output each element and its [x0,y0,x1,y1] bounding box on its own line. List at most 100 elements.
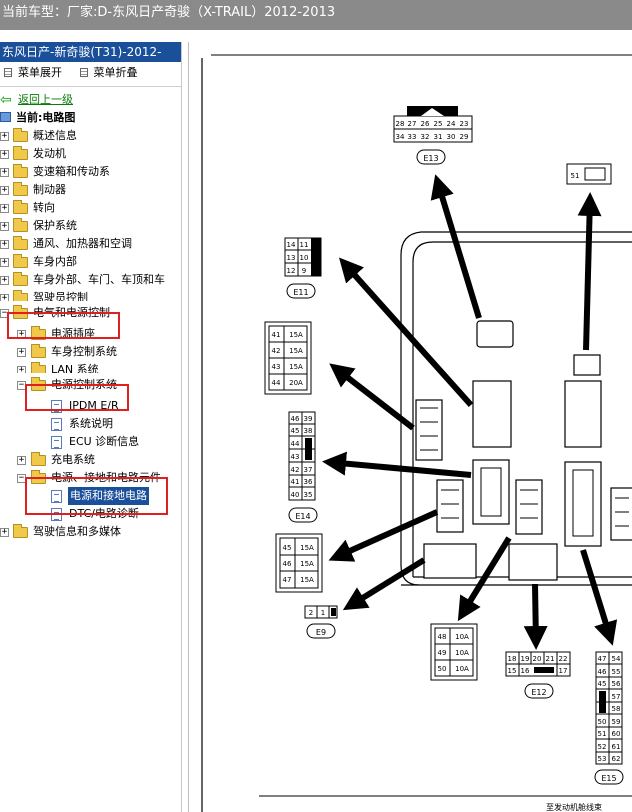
plus-icon[interactable]: + [17,366,26,373]
pin-label: 47 [598,655,607,663]
tree-item-brakes[interactable]: + 制动器 [0,181,181,199]
pin-label: 57 [612,693,621,701]
sidebar-divider [0,86,181,87]
folder-icon [13,218,28,232]
fuse-table-c: 48 10A 49 10A 50 10A [430,623,478,681]
plus-icon[interactable]: + [0,294,9,301]
folder-icon [13,200,28,214]
plus-icon[interactable]: + [0,168,9,177]
connector-E9: 2 1 E9 [304,605,338,639]
menu-expand-label: 菜单展开 [18,66,62,79]
pin-label: 31 [434,133,443,141]
fuse-column [436,479,464,533]
connector-E11: 14 11 13 10 12 9 E11 [284,237,322,299]
plus-icon[interactable]: + [0,186,9,195]
pin-label: 41 [291,478,300,486]
pin-label: 16 [521,667,530,675]
tree-item-overview[interactable]: + 概述信息 [0,127,181,145]
connector-E12: 18 19 20 21 22 15 16 17 E12 [505,651,571,699]
highlight-box [7,312,120,339]
tree-item-system-description[interactable]: 系统说明 [0,415,181,433]
pin-label: 10 [300,254,309,262]
tree-item-label: 保护系统 [33,219,77,232]
tree-item-steering[interactable]: + 转向 [0,199,181,217]
pin-label: 59 [612,718,621,726]
plus-icon[interactable]: + [0,222,9,231]
plus-icon[interactable]: + [0,132,9,141]
pin-label: 56 [612,680,621,688]
wiring-diagram-canvas: 28 27 26 25 24 23 34 33 32 31 30 29 E13 … [188,42,632,812]
pin-label: 13 [287,254,296,262]
pin-label: 42 [272,347,281,355]
plus-icon[interactable]: + [0,258,9,267]
pin-label: 58 [612,705,621,713]
fuse-column [415,399,443,461]
plus-icon[interactable]: + [0,276,9,285]
plus-icon[interactable]: + [0,240,9,249]
pin-label: 43 [272,363,281,371]
plus-icon[interactable]: + [17,456,26,465]
folder-icon [31,344,46,358]
current-node-label: 当前:电路图 [16,111,76,124]
pin-label: 20 [533,655,542,663]
pin-label: 15 [508,667,517,675]
fuse-rating: 20A [289,379,303,387]
pin-label: 1 [321,609,325,617]
plus-icon[interactable]: + [0,528,9,537]
tree-item-transmission[interactable]: + 变速箱和传动系 [0,163,181,181]
menu-expand-button[interactable]: 菜单展开 [4,62,62,84]
plus-icon[interactable]: + [0,204,9,213]
connector-id: E13 [423,154,438,163]
sidebar-toolbar: 菜单展开 菜单折叠 [0,62,181,84]
menu-collapse-label: 菜单折叠 [93,66,138,79]
folder-icon [13,236,28,250]
pin-label: 54 [612,655,621,663]
pin-label: 50 [438,665,447,673]
fuse-column [610,487,632,541]
tree-item-body-control[interactable]: + 车身控制系统 [0,343,181,361]
pin-label: 19 [521,655,530,663]
relay-block [472,380,512,448]
pin-label: 32 [421,133,430,141]
plus-icon[interactable]: + [0,150,9,159]
tree-item-ecu-diagnosis[interactable]: ECU 诊断信息 [0,433,181,451]
relay-block [564,461,602,547]
pin-label: 25 [434,120,443,128]
tree-item-lan[interactable]: + LAN 系统 [0,361,181,373]
pin-label: 45 [598,680,607,688]
tree-item-charging[interactable]: + 充电系统 [0,451,181,469]
pin-label: 12 [287,267,296,275]
fuse-slot [423,543,477,579]
sidebar-nav: 东风日产-新奇骏(T31)-2012- 菜单展开 菜单折叠 ⇦ 返回上一级 当前… [0,42,182,812]
tree-item-driver-controls[interactable]: + 驾驶员控制 [0,289,181,301]
computer-icon [0,112,11,122]
fuse-rating: 15A [300,576,314,584]
back-link[interactable]: ⇦ 返回上一级 [0,91,181,109]
pin-label: 62 [612,755,621,763]
tree-item-interior[interactable]: + 车身内部 [0,253,181,271]
pin-label: 36 [304,478,313,486]
tree-item-label: 转向 [33,201,55,214]
folder-icon [13,164,28,178]
tree-item-label: ECU 诊断信息 [69,435,140,448]
window-title: 当前车型：厂家:D-东风日产奇骏（X-TRAIL）2012-2013 [0,0,632,30]
fuse-rating: 15A [289,347,303,355]
tree-item-exterior[interactable]: + 车身外部、车门、车顶和车 [0,271,181,289]
tree-item-label: 驾驶员控制 [33,291,88,301]
document-icon [51,418,62,431]
folder-icon [31,452,46,466]
pin-label: 46 [283,560,292,568]
plus-icon[interactable]: + [17,348,26,357]
tree-item-label: 车身内部 [33,255,77,268]
tree-item-driver-info[interactable]: + 驾驶信息和多媒体 [0,523,181,541]
connector-id: E12 [531,688,546,697]
menu-collapse-button[interactable]: 菜单折叠 [79,62,138,84]
tree-item-engine[interactable]: + 发动机 [0,145,181,163]
pin-label: 2 [309,609,313,617]
tree-item-label: 车身外部、车门、车顶和车 [33,273,165,286]
pin-label: 21 [546,655,555,663]
tree-item-hvac[interactable]: + 通风、加热器和空调 [0,235,181,253]
pin-label: 46 [291,415,300,423]
tree-item-protection[interactable]: + 保护系统 [0,217,181,235]
connector-id: E11 [293,288,308,297]
